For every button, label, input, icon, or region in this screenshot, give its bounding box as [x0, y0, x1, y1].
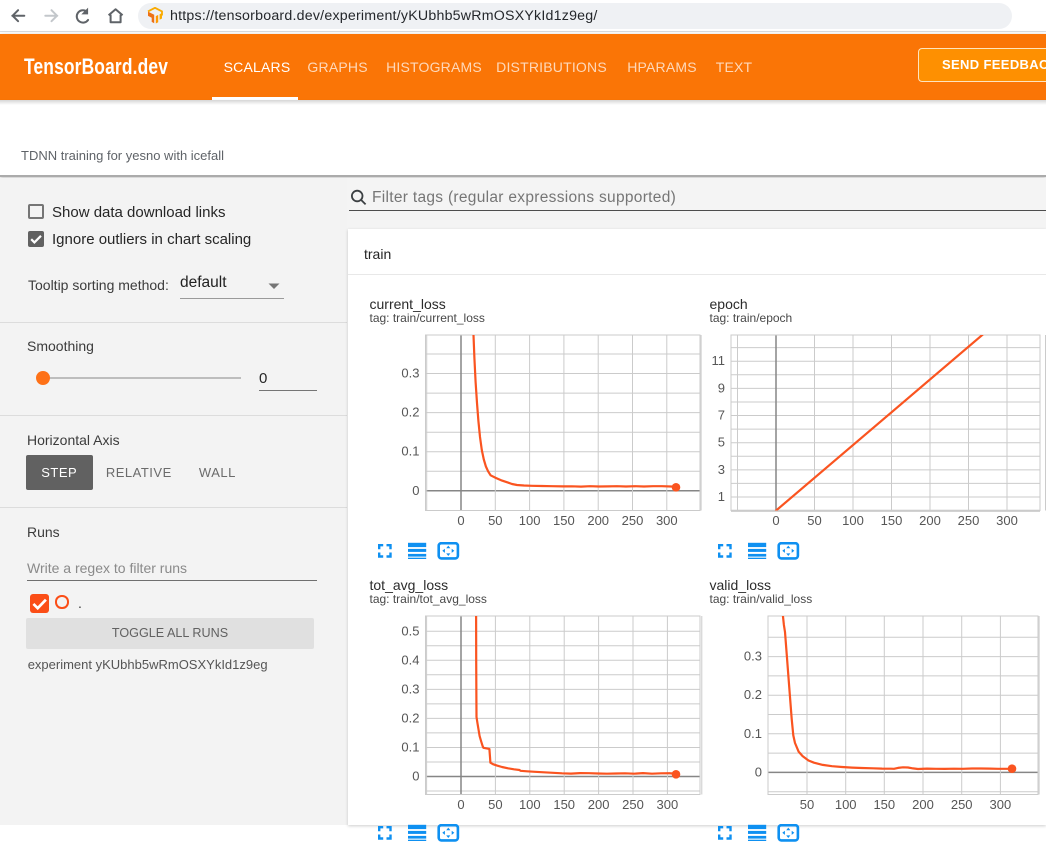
- svg-text:250: 250: [622, 513, 644, 528]
- svg-text:250: 250: [958, 513, 980, 528]
- svg-text:0: 0: [412, 769, 419, 784]
- svg-text:1: 1: [718, 489, 725, 504]
- svg-text:0.4: 0.4: [401, 652, 419, 667]
- svg-text:150: 150: [881, 513, 903, 528]
- svg-text:150: 150: [873, 797, 895, 812]
- svg-text:250: 250: [951, 797, 973, 812]
- svg-text:5: 5: [718, 435, 725, 450]
- svg-text:50: 50: [800, 797, 814, 812]
- svg-text:9: 9: [718, 380, 725, 395]
- svg-text:0.2: 0.2: [744, 687, 762, 702]
- svg-text:200: 200: [588, 797, 610, 812]
- svg-text:0: 0: [457, 513, 464, 528]
- svg-text:300: 300: [657, 797, 679, 812]
- svg-text:150: 150: [553, 513, 575, 528]
- svg-text:200: 200: [587, 513, 609, 528]
- svg-text:7: 7: [718, 408, 725, 423]
- svg-text:3: 3: [718, 462, 725, 477]
- svg-text:100: 100: [835, 797, 857, 812]
- svg-text:0: 0: [772, 513, 779, 528]
- svg-text:0.3: 0.3: [744, 649, 762, 664]
- svg-text:250: 250: [622, 797, 644, 812]
- svg-text:0: 0: [457, 797, 464, 812]
- svg-text:300: 300: [996, 513, 1018, 528]
- svg-text:0.2: 0.2: [401, 710, 419, 725]
- svg-text:0.3: 0.3: [401, 681, 419, 696]
- svg-text:100: 100: [842, 513, 864, 528]
- svg-text:0.5: 0.5: [401, 623, 419, 638]
- svg-text:150: 150: [553, 797, 575, 812]
- svg-text:100: 100: [519, 513, 541, 528]
- svg-text:200: 200: [912, 797, 934, 812]
- svg-text:0: 0: [755, 764, 762, 779]
- svg-text:300: 300: [990, 797, 1012, 812]
- svg-text:50: 50: [488, 513, 502, 528]
- svg-text:0.3: 0.3: [401, 366, 419, 381]
- svg-text:0.1: 0.1: [744, 726, 762, 741]
- svg-text:50: 50: [807, 513, 821, 528]
- svg-text:11: 11: [712, 353, 726, 368]
- svg-text:200: 200: [919, 513, 941, 528]
- svg-text:300: 300: [656, 513, 678, 528]
- svg-text:0.1: 0.1: [401, 444, 419, 459]
- svg-text:100: 100: [519, 797, 541, 812]
- svg-text:0.2: 0.2: [401, 405, 419, 420]
- svg-text:0.1: 0.1: [401, 739, 419, 754]
- svg-text:50: 50: [488, 797, 502, 812]
- svg-text:0: 0: [412, 483, 419, 498]
